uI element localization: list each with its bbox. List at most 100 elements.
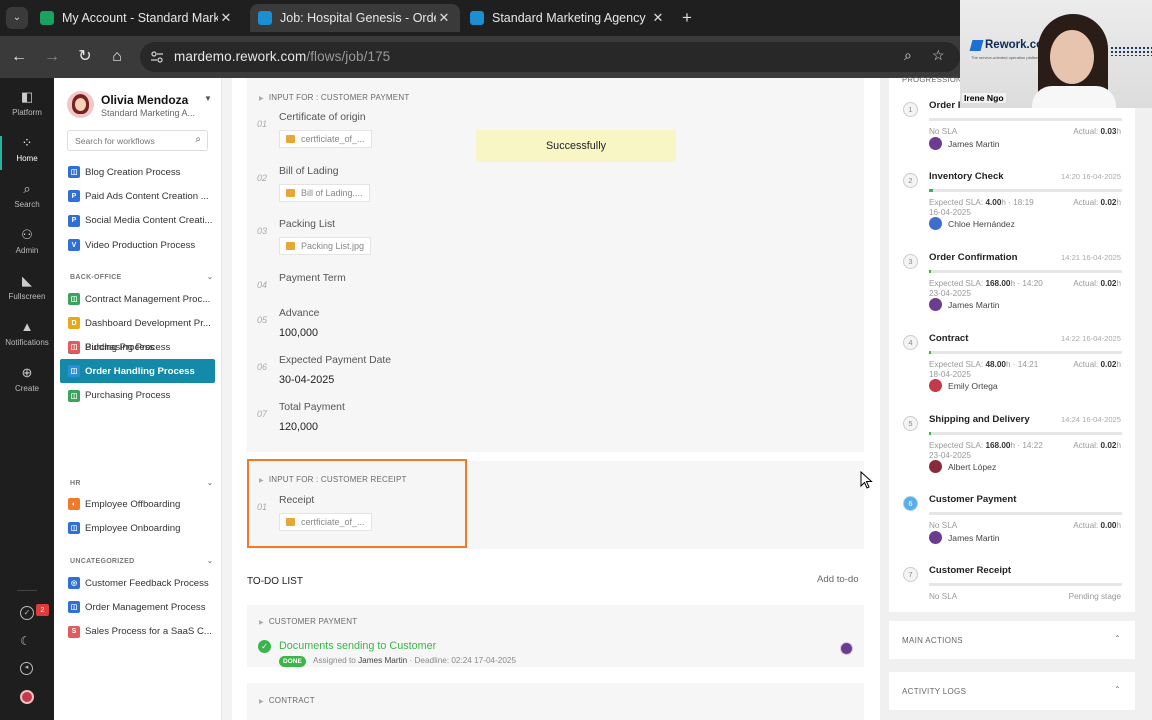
tab-close-icon[interactable]: ✕: [436, 10, 452, 26]
workflow-item[interactable]: ◫ Employee Onboarding: [60, 516, 215, 540]
sidebar-group-header[interactable]: BACK-OFFICE ⌄: [70, 274, 213, 281]
collapse-icon[interactable]: ◂: [20, 662, 33, 675]
workflow-item[interactable]: P Social Media Content Creati...: [60, 209, 215, 233]
browser-tab[interactable]: Standard Marketing Agency ✕: [462, 4, 674, 32]
user-dropdown-chevron-icon[interactable]: ▼: [204, 94, 212, 103]
reload-icon[interactable]: ↻: [74, 46, 96, 68]
workflow-item[interactable]: ◫ Bidding Process: [60, 335, 215, 359]
todo-task-title[interactable]: Documents sending to Customer: [279, 640, 436, 652]
rail-item-search[interactable]: ⌕ Search: [0, 182, 54, 210]
tab-title: Standard Marketing Agency: [492, 11, 646, 25]
workflow-item[interactable]: ◎ Customer Feedback Process: [60, 571, 215, 595]
new-tab-icon[interactable]: +: [682, 8, 692, 28]
workflow-type-icon: V: [68, 239, 80, 252]
workflow-item[interactable]: D Dashboard Development Pr...: [60, 311, 215, 335]
step-actual: Actual: 0.03h: [1073, 127, 1121, 136]
main-actions-section[interactable]: MAIN ACTIONS ⌃: [889, 621, 1135, 659]
step-number-badge: 6: [903, 496, 918, 511]
assignee-avatar[interactable]: [929, 531, 942, 544]
user-avatar-small[interactable]: [20, 690, 34, 704]
workflow-item[interactable]: ◫ Contract Management Proc...: [60, 287, 215, 311]
assignee-avatar[interactable]: [929, 217, 942, 230]
user-name[interactable]: Olivia Mendoza: [101, 93, 188, 107]
forward-icon[interactable]: →: [41, 46, 63, 68]
address-bar[interactable]: mardemo.rework.com/flows/job/175 ⌕ ☆: [140, 42, 960, 72]
workflow-item[interactable]: S Sales Process for a SaaS C...: [60, 620, 215, 644]
workflow-item[interactable]: ◐ Employee Offboarding: [60, 492, 215, 516]
tab-close-icon[interactable]: ✕: [650, 10, 666, 26]
progression-step[interactable]: 5 Shipping and Delivery 14:24 16-04-2025 Ex…: [889, 414, 1135, 484]
sidebar-group-header[interactable]: HR ⌄: [70, 480, 213, 487]
home-icon[interactable]: ⌂: [106, 46, 128, 68]
rail-item-home[interactable]: ⁘ Home: [0, 136, 54, 164]
progression-step[interactable]: 6 Customer Payment No SLA Actual: 0.00h Jame…: [889, 494, 1135, 564]
add-todo-link[interactable]: Add to-do: [817, 574, 859, 585]
assignee-avatar[interactable]: [929, 298, 942, 311]
tab-search-icon[interactable]: ⌄: [6, 7, 28, 29]
tab-close-icon[interactable]: ✕: [218, 10, 234, 26]
workflow-item[interactable]: P Paid Ads Content Creation ...: [60, 184, 215, 208]
rail-item-platform[interactable]: ◧ Platform: [0, 90, 54, 118]
assignee-avatar[interactable]: [929, 137, 942, 150]
step-name: Customer Payment: [929, 494, 1017, 505]
rail-item-admin[interactable]: ⚇ Admin: [0, 228, 54, 256]
url-text[interactable]: mardemo.rework.com/flows/job/175: [174, 49, 390, 64]
todo-group-header[interactable]: ▶ CONTRACT: [259, 696, 315, 705]
step-number-badge: 1: [903, 102, 918, 117]
site-settings-icon[interactable]: [150, 50, 164, 64]
sidebar-group-header[interactable]: UNCATEGORIZED ⌄: [70, 558, 213, 565]
url-path: /flows/job/175: [306, 49, 391, 64]
workflow-item[interactable]: V Video Production Process: [60, 233, 215, 257]
assignee-name: James Martin: [948, 139, 1000, 149]
assignee-avatar[interactable]: [929, 460, 942, 473]
browser-tab[interactable]: Job: Hospital Genesis - Order H✕: [250, 4, 460, 32]
todo-group-card: ▶ CUSTOMER PAYMENT ✓ Documents sending to…: [247, 605, 864, 667]
file-attachment[interactable]: Bill of Lading....: [279, 184, 370, 202]
step-name: Contract: [929, 333, 969, 344]
zoom-icon[interactable]: ⌕: [904, 47, 912, 64]
rail-item-fullscreen[interactable]: ◣ Fullscreen: [0, 274, 54, 302]
back-icon[interactable]: ←: [8, 46, 30, 68]
workflow-type-icon: S: [68, 625, 80, 638]
workflow-label: Customer Feedback Process: [85, 577, 209, 589]
step-timestamp: 14:24 16-04-2025: [1061, 415, 1121, 424]
field-number: 03: [257, 226, 268, 236]
tab-favicon-icon: [470, 11, 484, 25]
progression-step[interactable]: 1Order PlacementNo SLAActual: 0.03hJames…: [889, 100, 1135, 170]
activity-logs-section[interactable]: ACTIVITY LOGS ⌃: [889, 672, 1135, 710]
tasks-check-icon[interactable]: ✓: [20, 606, 34, 620]
rail-label: Admin: [15, 246, 39, 255]
input-section-header[interactable]: ▶ INPUT FOR : CUSTOMER PAYMENT: [259, 93, 409, 102]
workflow-item[interactable]: ◫ Order Handling Process: [60, 359, 215, 384]
workflow-search-input[interactable]: Search for workflows ⌕: [67, 130, 208, 151]
field-value: 30-04-2025: [279, 374, 335, 386]
step-actual: Actual: 0.02h: [1073, 441, 1121, 450]
job-detail-main: ▶ INPUT FOR : CUSTOMER PAYMENT 01 Certific…: [232, 78, 880, 720]
progression-step[interactable]: 2 Inventory Check 14:20 16-04-2025 Expected…: [889, 171, 1135, 241]
history-icon[interactable]: ☾: [20, 634, 31, 648]
workflow-item[interactable]: ◫ Blog Creation Process: [60, 160, 215, 184]
chevron-up-icon: ⌃: [1113, 634, 1121, 643]
workflow-item[interactable]: ◫ Purchasing Process: [60, 384, 215, 408]
progression-step[interactable]: 3 Order Confirmation 14:21 16-04-2025 Expec…: [889, 252, 1135, 322]
browser-tab[interactable]: My Account - Standard Marketin✕: [32, 4, 242, 32]
file-name: Packing List.jpg: [301, 241, 365, 251]
todo-group-header[interactable]: ▶ CUSTOMER PAYMENT: [259, 617, 357, 626]
cut-off-group-label: [70, 150, 110, 154]
rail-item-create[interactable]: ⊕ Create: [0, 366, 54, 394]
bookmark-star-icon[interactable]: ☆: [932, 47, 945, 64]
workflow-type-icon: P: [68, 214, 80, 227]
done-check-icon[interactable]: ✓: [258, 640, 271, 653]
progression-step[interactable]: 4 Contract 14:22 16-04-2025 Expected SLA: 4…: [889, 333, 1135, 403]
file-attachment[interactable]: Packing List.jpg: [279, 237, 372, 255]
field-label: Certificate of origin: [279, 112, 366, 123]
workflow-label: Employee Offboarding: [85, 498, 181, 510]
user-avatar[interactable]: [67, 91, 94, 118]
workflow-item[interactable]: ◫ Order Management Process: [60, 595, 215, 619]
assignee-avatar[interactable]: [929, 379, 942, 392]
workflow-label: Blog Creation Process: [85, 166, 181, 178]
file-attachment[interactable]: certficiate_of_...: [279, 130, 372, 148]
field-number: 06: [257, 362, 268, 372]
assignee-avatar[interactable]: [840, 642, 853, 655]
rail-item-notifications[interactable]: ▲ Notifications: [0, 320, 54, 348]
